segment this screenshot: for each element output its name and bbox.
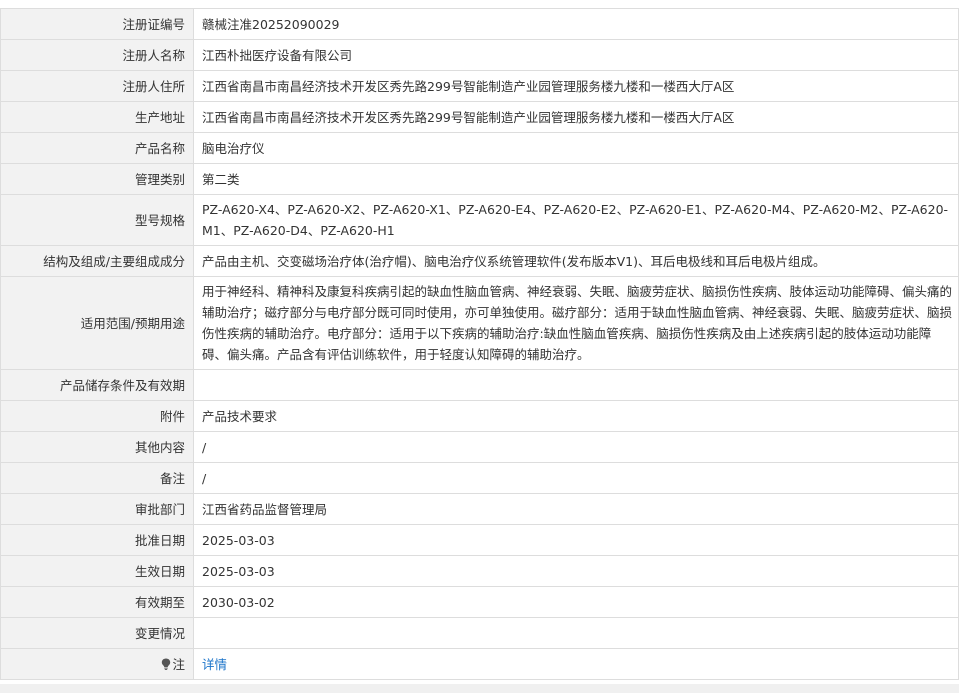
registration-record-table: 注册证编号 赣械注准20252090029 注册人名称 江西朴拙医疗设备有限公司…	[0, 8, 959, 680]
row-other-content: 其他内容 /	[0, 431, 959, 463]
bottom-scroll-area	[0, 684, 959, 693]
row-registrant-name: 注册人名称 江西朴拙医疗设备有限公司	[0, 39, 959, 71]
label-production-address: 生产地址	[0, 101, 194, 133]
row-intended-use: 适用范围/预期用途 用于神经科、精神科及康复科疾病引起的缺血性脑血管病、神经衰弱…	[0, 276, 959, 370]
value-registrant-address: 江西省南昌市南昌经济技术开发区秀先路299号智能制造产业园管理服务楼九楼和一楼西…	[193, 70, 959, 102]
value-effective-date: 2025-03-03	[193, 555, 959, 587]
label-change-status: 变更情况	[0, 617, 194, 649]
label-registration-number: 注册证编号	[0, 8, 194, 40]
lightbulb-icon	[161, 655, 171, 670]
label-intended-use: 适用范围/预期用途	[0, 276, 194, 370]
note-label-text: 注	[172, 656, 185, 672]
row-registration-number: 注册证编号 赣械注准20252090029	[0, 8, 959, 40]
row-change-status: 变更情况	[0, 617, 959, 649]
row-production-address: 生产地址 江西省南昌市南昌经济技术开发区秀先路299号智能制造产业园管理服务楼九…	[0, 101, 959, 133]
value-remarks: /	[193, 462, 959, 494]
label-management-class: 管理类别	[0, 163, 194, 195]
value-storage-conditions	[193, 369, 959, 401]
value-approval-department: 江西省药品监督管理局	[193, 493, 959, 525]
row-structure-composition: 结构及组成/主要组成成分 产品由主机、交变磁场治疗体(治疗帽)、脑电治疗仪系统管…	[0, 245, 959, 277]
row-storage-conditions: 产品储存条件及有效期	[0, 369, 959, 401]
label-approval-department: 审批部门	[0, 493, 194, 525]
row-approval-date: 批准日期 2025-03-03	[0, 524, 959, 556]
row-attachment: 附件 产品技术要求	[0, 400, 959, 432]
label-approval-date: 批准日期	[0, 524, 194, 556]
row-registrant-address: 注册人住所 江西省南昌市南昌经济技术开发区秀先路299号智能制造产业园管理服务楼…	[0, 70, 959, 102]
row-management-class: 管理类别 第二类	[0, 163, 959, 195]
label-registrant-name: 注册人名称	[0, 39, 194, 71]
label-valid-until: 有效期至	[0, 586, 194, 618]
label-effective-date: 生效日期	[0, 555, 194, 587]
label-structure-composition: 结构及组成/主要组成成分	[0, 245, 194, 277]
row-effective-date: 生效日期 2025-03-03	[0, 555, 959, 587]
value-structure-composition: 产品由主机、交变磁场治疗体(治疗帽)、脑电治疗仪系统管理软件(发布版本V1)、耳…	[193, 245, 959, 277]
value-valid-until: 2030-03-02	[193, 586, 959, 618]
label-storage-conditions: 产品储存条件及有效期	[0, 369, 194, 401]
value-approval-date: 2025-03-03	[193, 524, 959, 556]
label-attachment: 附件	[0, 400, 194, 432]
value-intended-use: 用于神经科、精神科及康复科疾病引起的缺血性脑血管病、神经衰弱、失眠、脑疲劳症状、…	[193, 276, 959, 370]
value-registrant-name: 江西朴拙医疗设备有限公司	[193, 39, 959, 71]
value-attachment: 产品技术要求	[193, 400, 959, 432]
label-registrant-address: 注册人住所	[0, 70, 194, 102]
value-note: 详情	[193, 648, 959, 680]
row-product-name: 产品名称 脑电治疗仪	[0, 132, 959, 164]
details-link[interactable]: 详情	[202, 657, 227, 672]
value-management-class: 第二类	[193, 163, 959, 195]
label-product-name: 产品名称	[0, 132, 194, 164]
row-valid-until: 有效期至 2030-03-02	[0, 586, 959, 618]
value-registration-number: 赣械注准20252090029	[193, 8, 959, 40]
row-approval-department: 审批部门 江西省药品监督管理局	[0, 493, 959, 525]
row-note: 注 详情	[0, 648, 959, 680]
value-change-status	[193, 617, 959, 649]
label-other-content: 其他内容	[0, 431, 194, 463]
label-remarks: 备注	[0, 462, 194, 494]
label-model-spec: 型号规格	[0, 194, 194, 246]
value-other-content: /	[193, 431, 959, 463]
label-note: 注	[0, 648, 194, 680]
row-remarks: 备注 /	[0, 462, 959, 494]
value-production-address: 江西省南昌市南昌经济技术开发区秀先路299号智能制造产业园管理服务楼九楼和一楼西…	[193, 101, 959, 133]
value-product-name: 脑电治疗仪	[193, 132, 959, 164]
value-model-spec: PZ-A620-X4、PZ-A620-X2、PZ-A620-X1、PZ-A620…	[193, 194, 959, 246]
row-model-spec: 型号规格 PZ-A620-X4、PZ-A620-X2、PZ-A620-X1、PZ…	[0, 194, 959, 246]
